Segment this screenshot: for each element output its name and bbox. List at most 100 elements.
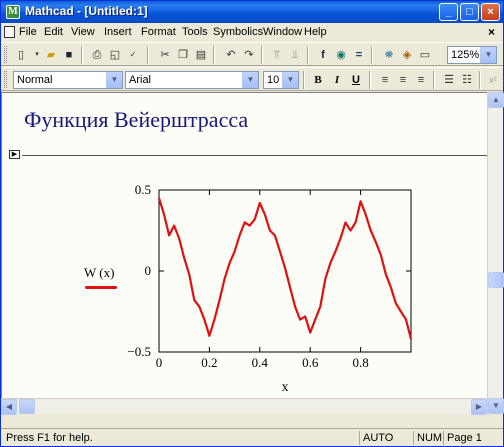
toolbar-separator xyxy=(479,71,481,89)
mathcad-app-icon[interactable]: M xyxy=(6,5,20,19)
window-icon[interactable]: ▭ xyxy=(417,47,433,63)
chevron-down-icon[interactable]: ▼ xyxy=(480,47,496,63)
toolbar-separator xyxy=(307,46,309,64)
style-value: Normal xyxy=(17,74,53,86)
minimize-button[interactable]: _ xyxy=(439,3,458,21)
scroll-left-button[interactable]: ◀ xyxy=(1,399,17,415)
legend-swatch xyxy=(85,286,117,289)
align-center-icon[interactable]: ≡ xyxy=(395,72,411,88)
close-button[interactable]: × xyxy=(481,3,500,21)
menu-tools[interactable]: Tools xyxy=(182,26,208,38)
series-line-w xyxy=(157,197,413,340)
spell-check-icon[interactable]: ✓ xyxy=(125,47,141,63)
cut-icon[interactable]: ✂ xyxy=(157,47,173,63)
maximize-button[interactable]: □ xyxy=(460,3,479,21)
y-tick-label: 0.5 xyxy=(135,182,151,197)
toolbar-separator xyxy=(261,46,263,64)
paste-icon[interactable]: ▤ xyxy=(193,47,209,63)
x-axis-label: x xyxy=(282,380,289,395)
status-hint: Press F1 for help. xyxy=(6,432,93,444)
x-tick-label: 0.2 xyxy=(201,355,217,370)
font-size-value: 10 xyxy=(267,74,280,86)
x-tick-label: 0.6 xyxy=(302,355,319,370)
weierstrass-plot[interactable]: 0 0.2 0.4 0.6 0.8 0.5 0 −0.5 x xyxy=(2,93,487,414)
redo-icon[interactable]: ↷ xyxy=(241,47,257,63)
chevron-down-icon[interactable]: ▼ xyxy=(242,72,258,88)
menu-help[interactable]: Help xyxy=(304,26,327,38)
standard-toolbar: ▯ ▾ ▰ ■ ⎙ ◱ ✓ ✂ ❐ ▤ ↶ ↷ ⫪ ⫫ f ◉ = ⛯ ◈ ▭ … xyxy=(1,42,503,66)
chevron-down-icon[interactable]: ▼ xyxy=(106,72,122,88)
vertical-scrollbar[interactable]: ▲ ▼ xyxy=(487,92,504,414)
horizontal-scroll-thumb[interactable] xyxy=(19,399,35,414)
status-num: NUM xyxy=(413,431,442,445)
insert-unit-icon[interactable]: ◉ xyxy=(333,47,349,63)
scroll-right-button[interactable]: ▶ xyxy=(471,399,487,415)
underline-button[interactable]: U xyxy=(347,72,365,88)
italic-button[interactable]: I xyxy=(328,72,346,88)
toolbar-grip[interactable] xyxy=(4,71,7,88)
open-folder-icon[interactable]: ▰ xyxy=(43,47,59,63)
vertical-scroll-thumb[interactable] xyxy=(488,272,504,288)
scroll-down-button[interactable]: ▼ xyxy=(488,398,504,414)
y-tick-label: 0 xyxy=(145,263,152,278)
horizontal-scrollbar[interactable]: ◀ ▶ xyxy=(1,398,487,415)
toolbar-separator xyxy=(303,71,305,89)
superscript-icon[interactable]: x² xyxy=(485,72,501,88)
status-bar: Press F1 for help. AUTO NUM Page 1 xyxy=(1,428,503,446)
bullets-icon[interactable]: ☰ xyxy=(441,72,457,88)
menu-format[interactable]: Format xyxy=(141,26,176,38)
toolbar-grip[interactable] xyxy=(4,46,7,63)
align-down-icon[interactable]: ⫫ xyxy=(287,47,303,63)
undo-icon[interactable]: ↶ xyxy=(223,47,239,63)
formatting-toolbar: Normal ▼ Arial ▼ 10 ▼ B I U ≡ ≡ ≡ ☰ ☷ x² xyxy=(1,67,503,91)
menu-symbolics[interactable]: Symbolics xyxy=(213,26,263,38)
align-right-icon[interactable]: ≡ xyxy=(413,72,429,88)
window-title: Mathcad - [Untitled:1] xyxy=(25,4,148,18)
scroll-up-button[interactable]: ▲ xyxy=(488,92,504,108)
toolbar-separator xyxy=(369,71,371,89)
worksheet[interactable]: Функция Вейерштрасса ▶ 0 0.2 0.4 0.6 0.8 0.5 0… xyxy=(1,92,487,414)
resource-center-icon[interactable]: ⛯ xyxy=(381,47,397,63)
component-icon[interactable]: ◈ xyxy=(399,47,415,63)
toolbar-separator xyxy=(371,46,373,64)
font-select[interactable]: Arial ▼ xyxy=(125,71,259,89)
align-top-icon[interactable]: ⫪ xyxy=(269,47,285,63)
toolbar-separator xyxy=(81,46,83,64)
menu-file[interactable]: File xyxy=(19,26,37,38)
menu-insert[interactable]: Insert xyxy=(104,26,132,38)
menu-view[interactable]: View xyxy=(71,26,95,38)
toolbar-separator xyxy=(433,71,435,89)
save-icon[interactable]: ■ xyxy=(61,47,77,63)
y-tick-label: −0.5 xyxy=(127,344,151,359)
style-select[interactable]: Normal ▼ xyxy=(13,71,123,89)
font-value: Arial xyxy=(129,74,152,86)
insert-function-icon[interactable]: f xyxy=(315,47,331,63)
chevron-down-icon[interactable]: ▼ xyxy=(282,72,298,88)
print-preview-icon[interactable]: ◱ xyxy=(107,47,123,63)
align-left-icon[interactable]: ≡ xyxy=(377,72,393,88)
x-tick-label: 0.8 xyxy=(352,355,368,370)
status-page: Page 1 xyxy=(443,431,501,445)
mathcad-window: M Mathcad - [Untitled:1] _ □ × File Edit… xyxy=(0,0,504,447)
toolbar-separator xyxy=(147,46,149,64)
menu-window[interactable]: Window xyxy=(263,26,302,38)
document-icon[interactable] xyxy=(4,26,15,38)
legend-label: W (x) xyxy=(84,265,115,280)
calculate-icon[interactable]: = xyxy=(351,47,367,63)
x-tick-label: 0 xyxy=(156,355,163,370)
new-document-icon[interactable]: ▯ xyxy=(13,47,29,63)
close-document-button[interactable]: × xyxy=(488,25,495,39)
menu-bar: File Edit View Insert Format Tools Symbo… xyxy=(1,23,503,42)
zoom-value: 125% xyxy=(451,49,480,61)
menu-edit[interactable]: Edit xyxy=(44,26,63,38)
zoom-select[interactable]: 125% ▼ xyxy=(447,46,497,64)
status-mode: AUTO xyxy=(359,431,411,445)
toolbar-separator xyxy=(213,46,215,64)
x-tick-label: 0.4 xyxy=(252,355,269,370)
font-size-select[interactable]: 10 ▼ xyxy=(263,71,299,89)
print-icon[interactable]: ⎙ xyxy=(89,47,105,63)
bold-button[interactable]: B xyxy=(309,72,327,88)
numbering-icon[interactable]: ☷ xyxy=(459,72,475,88)
copy-icon[interactable]: ❐ xyxy=(175,47,191,63)
title-bar[interactable]: M Mathcad - [Untitled:1] _ □ × xyxy=(1,1,503,23)
